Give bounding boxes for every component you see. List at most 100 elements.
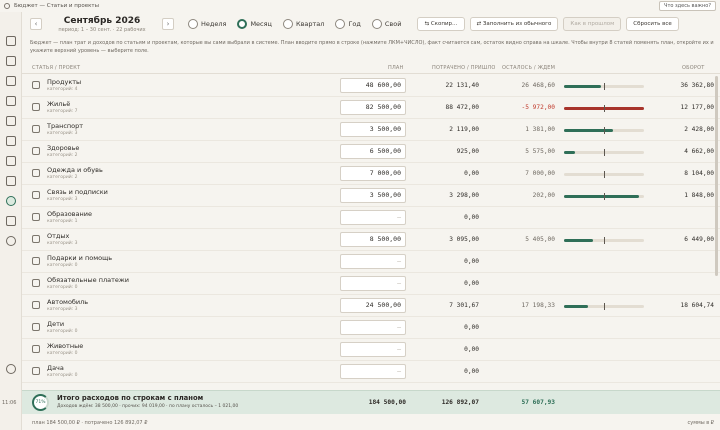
wallet-nav-icon[interactable] — [6, 76, 16, 86]
radio-icon — [188, 19, 198, 29]
row-total: 8 104,00 — [684, 170, 714, 177]
range-month[interactable]: Месяц — [237, 19, 272, 29]
row-name[interactable]: Животные — [47, 342, 83, 350]
row-name[interactable]: Отдых — [47, 232, 69, 240]
total-row: 71% Итого расходов по строкам с планом Д… — [22, 390, 720, 414]
col-plan[interactable]: План — [388, 65, 404, 71]
fill-from-regular-button[interactable]: ⇄ Заполнить из обычного — [469, 17, 559, 31]
table-row[interactable]: Образование категорий: 1 – 0,00 — [22, 207, 720, 229]
row-fact: 3 095,00 — [449, 236, 479, 243]
table-row[interactable]: Дача категорий: 0 – 0,00 — [22, 361, 720, 383]
table-row[interactable]: Обязательные платежи категорий: 0 – 0,00 — [22, 273, 720, 295]
row-total: 4 662,00 — [684, 148, 714, 155]
row-fact: 0,00 — [464, 280, 479, 287]
copy-button[interactable]: ⇆ Скопир… — [417, 17, 465, 31]
budget-nav-icon[interactable] — [6, 196, 16, 206]
row-name[interactable]: Жильё — [47, 100, 70, 108]
plan-input[interactable]: – — [340, 320, 406, 335]
row-name[interactable]: Обязательные платежи — [47, 276, 129, 284]
sync-nav-icon[interactable] — [6, 364, 16, 374]
prev-period-button[interactable]: ‹ — [30, 18, 42, 30]
status-bar: план 184 500,00 ₽ · потрачено 126 892,07… — [22, 416, 720, 430]
plan-input[interactable]: 6 500,00 — [340, 144, 406, 159]
row-name[interactable]: Автомобиль — [47, 298, 88, 306]
col-total[interactable]: Оборот — [682, 65, 705, 71]
settings-nav-icon[interactable] — [6, 236, 16, 246]
row-name[interactable]: Транспорт — [47, 122, 83, 130]
plan-input[interactable]: 48 600,00 — [340, 78, 406, 93]
row-name[interactable]: Связь и подписки — [47, 188, 108, 196]
row-remaining: 17 198,33 — [521, 302, 555, 309]
table-row[interactable]: Связь и подписки категорий: 3 3 500,00 3 29… — [22, 185, 720, 207]
total-sub: Доходов ждём: 38 500,00 · прочих: 94 019… — [57, 404, 239, 409]
scrollbar[interactable] — [715, 76, 718, 276]
goals-nav-icon[interactable] — [6, 216, 16, 226]
range-week[interactable]: Неделя — [188, 19, 226, 29]
edu-icon — [32, 213, 40, 221]
plan-input[interactable]: 7 000,00 — [340, 166, 406, 181]
transfer-nav-icon[interactable] — [6, 56, 16, 66]
plan-input[interactable]: 8 500,00 — [340, 232, 406, 247]
plan-input[interactable]: 24 500,00 — [340, 298, 406, 313]
table-row[interactable]: Автомобиль категорий: 3 24 500,00 7 301,67 1… — [22, 295, 720, 317]
row-name[interactable]: Одежда и обувь — [47, 166, 103, 174]
row-name[interactable]: Образование — [47, 210, 92, 218]
status-right: суммы в ₽ — [687, 420, 714, 426]
layers-nav-icon[interactable] — [6, 136, 16, 146]
row-name[interactable]: Продукты — [47, 78, 81, 86]
row-fact: 0,00 — [464, 258, 479, 265]
chart-nav-icon[interactable] — [6, 176, 16, 186]
row-name[interactable]: Дача — [47, 364, 64, 372]
table-row[interactable]: Отдых категорий: 3 8 500,00 3 095,00 5 405,0… — [22, 229, 720, 251]
plan-input[interactable]: – — [340, 210, 406, 225]
table-row[interactable]: Здоровье категорий: 2 6 500,00 925,00 5 575,… — [22, 141, 720, 163]
table-row[interactable]: Дети категорий: 0 – 0,00 — [22, 317, 720, 339]
col-remaining[interactable]: Осталось / ждем — [502, 65, 555, 71]
table-row[interactable]: Транспорт категорий: 3 3 500,00 2 119,00 1 3… — [22, 119, 720, 141]
plan-input[interactable]: – — [340, 254, 406, 269]
row-sub: категорий: 2 — [47, 175, 78, 180]
range-year[interactable]: Год — [335, 19, 361, 29]
plan-input[interactable]: 82 500,00 — [340, 100, 406, 115]
range-custom[interactable]: Свой — [371, 19, 401, 29]
row-name[interactable]: Здоровье — [47, 144, 79, 152]
bus-icon — [32, 125, 40, 133]
table-row[interactable]: Подарки и помощь категорий: 0 – 0,00 — [22, 251, 720, 273]
table-row[interactable]: Продукты категорий: 4 48 600,00 22 131,40 26… — [22, 75, 720, 97]
home-nav-icon[interactable] — [6, 36, 16, 46]
row-name[interactable]: Дети — [47, 320, 64, 328]
col-name[interactable]: Статья / проект — [32, 65, 80, 71]
plan-input[interactable]: – — [340, 276, 406, 291]
reset-all-button[interactable]: Сбросить все — [626, 17, 679, 31]
range-quarter[interactable]: Квартал — [282, 19, 324, 29]
status-left: план 184 500,00 ₽ · потрачено 126 892,07… — [32, 420, 148, 426]
table-row[interactable]: Животные категорий: 0 – 0,00 — [22, 339, 720, 361]
table-row[interactable]: Жильё категорий: 7 82 500,00 88 472,00 -5 97… — [22, 97, 720, 119]
plan-input[interactable]: – — [340, 364, 406, 379]
row-progress-fill — [564, 305, 588, 308]
list-nav-icon[interactable] — [6, 116, 16, 126]
row-sub: категорий: 1 — [47, 219, 78, 224]
row-progress-bar — [564, 193, 644, 200]
cart-icon — [32, 81, 40, 89]
help-button[interactable]: Что здесь важно? — [659, 1, 716, 11]
plan-input[interactable]: 3 500,00 — [340, 122, 406, 137]
row-name[interactable]: Подарки и помощь — [47, 254, 112, 262]
row-total: 12 177,00 — [680, 104, 714, 111]
other-icon — [32, 367, 40, 375]
total-fact: 126 892,07 — [441, 399, 479, 406]
row-progress-bar — [564, 171, 644, 178]
plan-input[interactable]: – — [340, 342, 406, 357]
next-period-button[interactable]: › — [162, 18, 174, 30]
period-header: ‹ Сентябрь 2026 период: 1 – 30 сент. · 2… — [22, 12, 720, 36]
radio-icon — [282, 19, 293, 29]
plan-input[interactable]: 3 500,00 — [340, 188, 406, 203]
calendar-nav-icon[interactable] — [6, 96, 16, 106]
tag-nav-icon[interactable] — [6, 156, 16, 166]
col-fact[interactable]: Потрачено / пришло — [432, 65, 496, 71]
sidebar-time: 11:06 — [2, 400, 17, 406]
row-total: 18 604,74 — [680, 302, 714, 309]
table-row[interactable]: Одежда и обувь категорий: 2 7 000,00 0,00 7 … — [22, 163, 720, 185]
window-title: Бюджет — Статьи и проекты — [14, 3, 99, 9]
as-previous-button[interactable]: Как в прошлом — [563, 17, 622, 31]
